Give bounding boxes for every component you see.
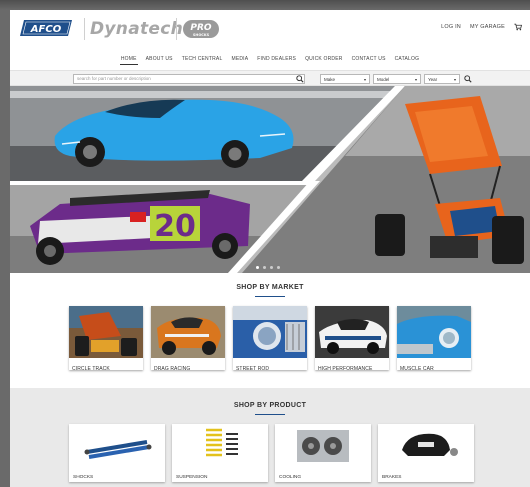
shop-by-product-title: SHOP BY PRODUCT [233, 402, 307, 409]
shop-by-market-title: SHOP BY MARKET [236, 284, 304, 291]
title-underline [255, 296, 285, 297]
drag-racing-image [151, 306, 225, 358]
market-label: STREET ROD [236, 366, 270, 372]
hero-collage: 20 [10, 86, 530, 273]
slider-dots [256, 266, 280, 269]
nav-about-us[interactable]: ABOUT US [145, 54, 174, 64]
market-card-circle-track[interactable]: CIRCLE TRACK [69, 306, 143, 372]
model-select[interactable]: Model ▾ [373, 74, 421, 84]
street-rod-image [233, 306, 307, 358]
search-bar: search for part number or description Ma… [10, 70, 530, 86]
nav-contact-us[interactable]: CONTACT US [351, 54, 387, 64]
nav-quick-order[interactable]: QUICK ORDER [304, 54, 343, 64]
product-card-brakes[interactable]: BRAKES [378, 424, 474, 482]
car-number: 20 [154, 209, 196, 244]
market-label: HIGH PERFORMANCE [318, 366, 373, 372]
product-card-shocks[interactable]: SHOCKS [69, 424, 165, 482]
hero-slider[interactable]: 20 [10, 86, 530, 273]
pro-shocks-logo[interactable]: PRO SHOCKS [182, 18, 220, 40]
product-label: SUSPENSION [176, 475, 208, 480]
dynatech-logo[interactable]: Dynatech [90, 19, 183, 39]
product-card-cooling[interactable]: COOLING [275, 424, 371, 482]
slider-dot[interactable] [256, 266, 259, 269]
chevron-down-icon: ▾ [414, 76, 417, 82]
market-card-high-performance[interactable]: HIGH PERFORMANCE [315, 306, 389, 372]
part-search-input[interactable]: search for part number or description [73, 74, 305, 84]
title-underline [255, 414, 285, 415]
site-header: AFCO Dynatech PRO SHOCKS LOG IN MY GARAG… [10, 10, 530, 48]
main-nav: HOME ABOUT US TECH CENTRAL MEDIA FIND DE… [10, 48, 530, 70]
muscle-car-image [397, 306, 471, 358]
chevron-down-icon: ▾ [453, 76, 456, 82]
nav-catalog[interactable]: CATALOG [394, 54, 421, 64]
product-label: BRAKES [382, 475, 402, 480]
slider-dot[interactable] [277, 266, 280, 269]
account-links: LOG IN MY GARAGE [441, 23, 522, 31]
logo-divider [176, 18, 177, 40]
pro-logo-text: PRO [190, 23, 212, 33]
brake-caliper-image [402, 433, 458, 456]
search-icon[interactable] [296, 75, 304, 83]
slider-dot[interactable] [263, 266, 266, 269]
chevron-down-icon: ▾ [363, 76, 366, 82]
market-card-drag-racing[interactable]: DRAG RACING [151, 306, 225, 372]
window-top-edge [0, 0, 530, 10]
nav-tech-central[interactable]: TECH CENTRAL [181, 54, 224, 64]
year-select[interactable]: Year ▾ [424, 74, 460, 84]
circle-track-image [69, 306, 143, 358]
nav-home[interactable]: HOME [119, 54, 138, 65]
shocks-image [84, 440, 152, 459]
page-frame: AFCO Dynatech PRO SHOCKS LOG IN MY GARAG… [10, 10, 530, 487]
afco-logo-text: AFCO [30, 24, 62, 35]
my-garage-link[interactable]: MY GARAGE [470, 24, 505, 30]
product-label: SHOCKS [73, 475, 94, 480]
cart-icon[interactable] [514, 23, 522, 31]
product-label: COOLING [279, 475, 302, 480]
slider-dot[interactable] [270, 266, 273, 269]
market-card-street-rod[interactable]: STREET ROD [233, 306, 307, 372]
year-select-value: Year [428, 76, 438, 82]
make-select[interactable]: Make ▾ [320, 74, 370, 84]
login-link[interactable]: LOG IN [441, 24, 461, 30]
make-select-value: Make [324, 76, 336, 82]
market-label: MUSCLE CAR [400, 366, 434, 372]
logo-divider [84, 18, 85, 40]
market-label: CIRCLE TRACK [72, 366, 110, 372]
market-card-muscle-car[interactable]: MUSCLE CAR [397, 306, 471, 372]
suspension-springs-icon [206, 428, 238, 457]
pro-logo-subtext: SHOCKS [193, 33, 210, 37]
vehicle-search-icon[interactable] [464, 75, 472, 83]
model-select-value: Model [377, 76, 390, 82]
high-performance-image [315, 306, 389, 358]
nav-find-dealers[interactable]: FIND DEALERS [256, 54, 297, 64]
afco-logo[interactable]: AFCO [20, 18, 76, 38]
market-label: DRAG RACING [154, 366, 191, 372]
cooling-radiator-image [297, 430, 349, 462]
nav-media[interactable]: MEDIA [230, 54, 249, 64]
product-card-suspension[interactable]: SUSPENSION [172, 424, 268, 482]
